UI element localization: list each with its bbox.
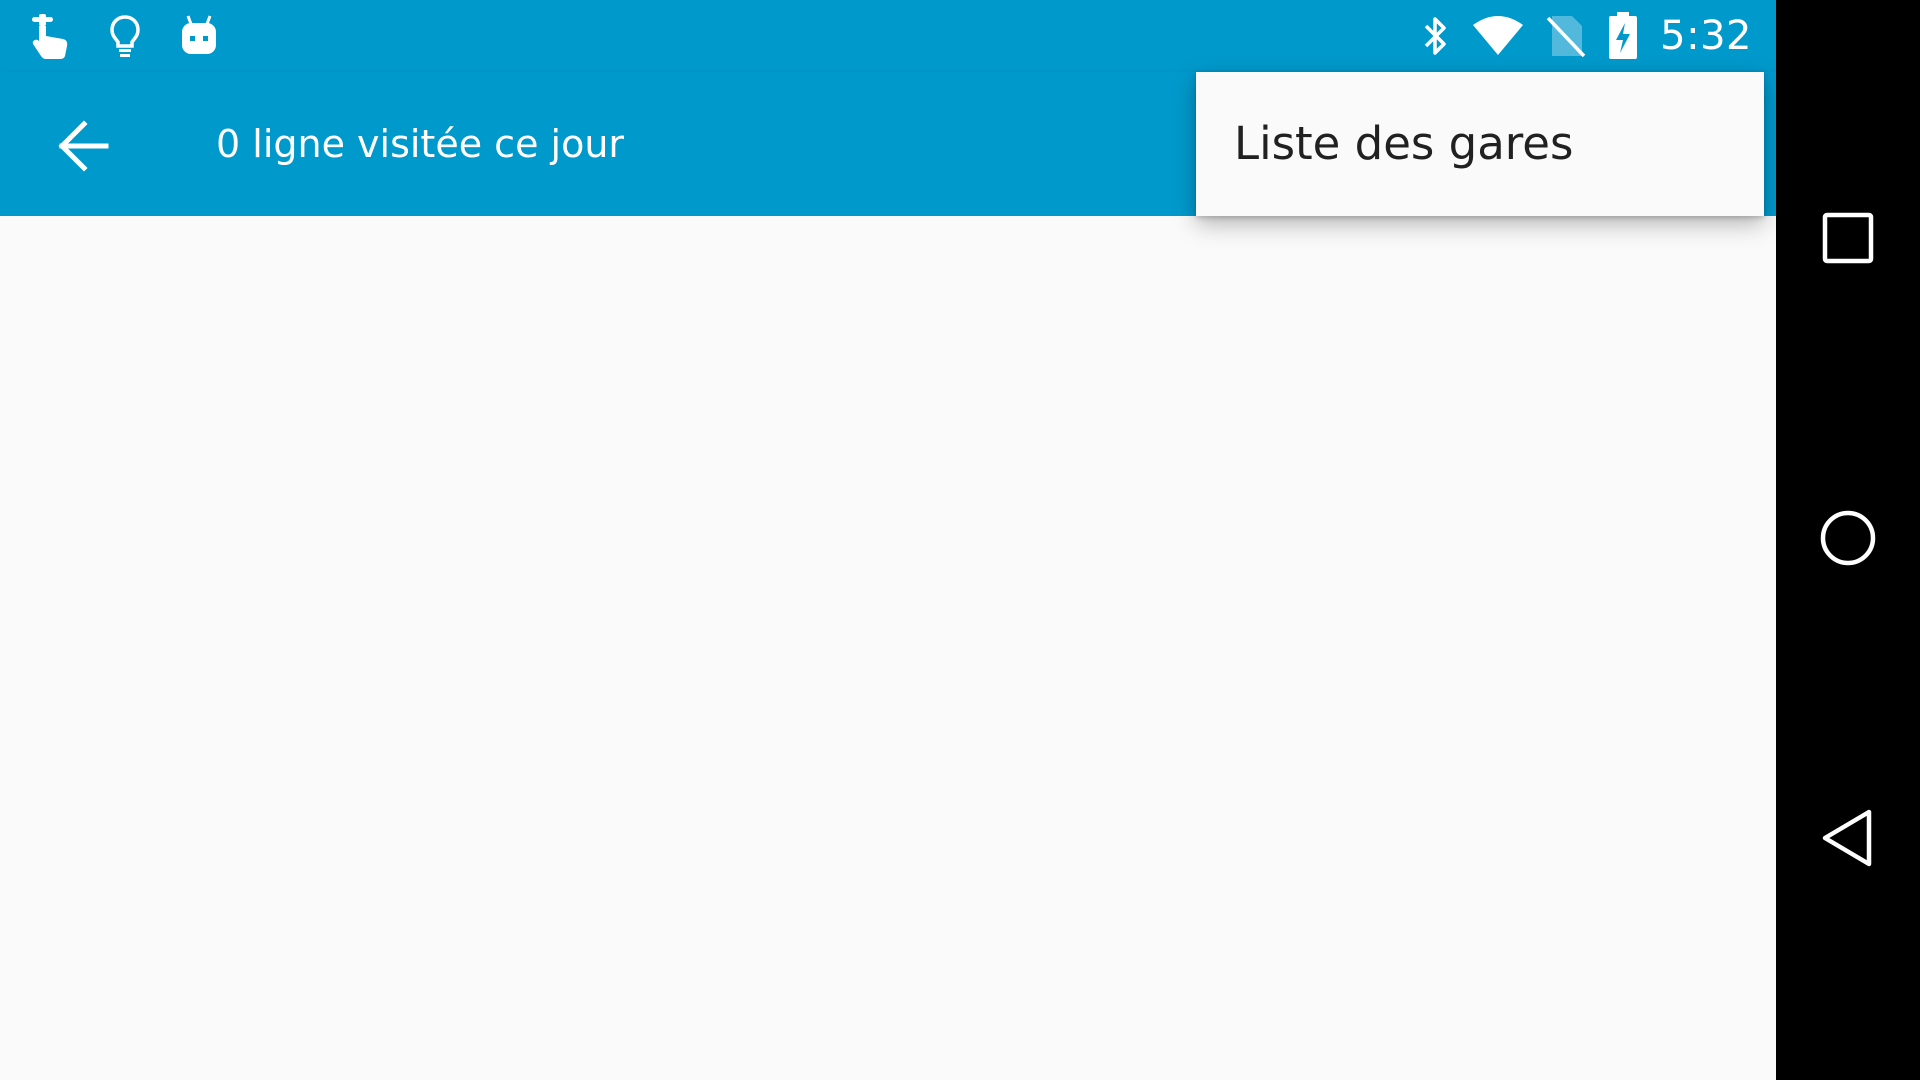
back-triangle-icon [1821,808,1875,872]
wifi-icon [1472,13,1524,59]
home-icon [1819,509,1877,571]
notification-icons [28,10,222,62]
android-bot-icon [176,13,222,59]
nav-back-button[interactable] [1812,804,1884,876]
recents-icon [1822,212,1874,268]
battery-charging-icon [1608,12,1638,59]
lightbulb-icon [102,13,148,59]
arrow-back-icon [56,118,112,178]
touch-gesture-icon [28,13,74,59]
back-button[interactable] [48,112,120,184]
navigation-bar [1776,0,1920,1080]
status-clock: 5:32 [1660,13,1752,59]
menu-item-liste-des-gares[interactable]: Liste des gares [1196,72,1764,216]
overflow-menu: Liste des gares [1196,72,1764,216]
content-area [0,216,1776,1080]
no-sim-icon [1546,13,1586,59]
system-status-icons: 5:32 [1422,8,1752,64]
home-button[interactable] [1812,504,1884,576]
page-title: 0 ligne visitée ce jour [216,122,625,166]
recents-button[interactable] [1812,204,1884,276]
screen: 5:32 0 ligne visitée ce jour Liste des g… [0,0,1776,1080]
status-bar: 5:32 [0,0,1776,72]
menu-item-label: Liste des gares [1234,117,1574,170]
bluetooth-icon [1422,13,1450,59]
